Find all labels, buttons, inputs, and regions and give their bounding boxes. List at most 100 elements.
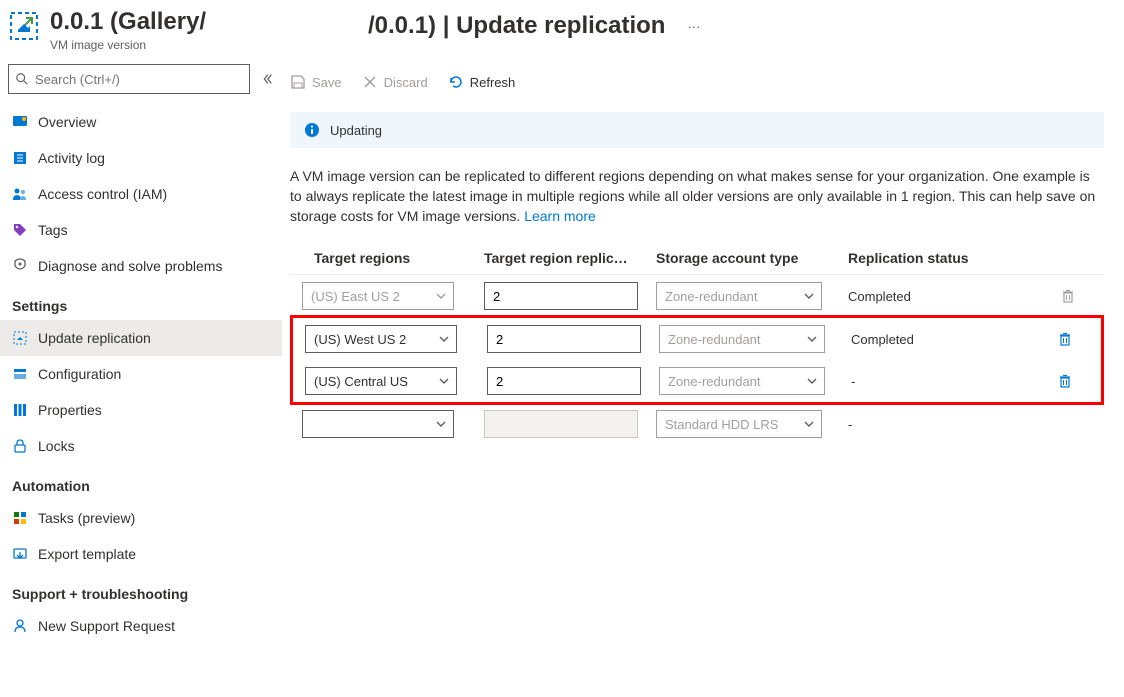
sidebar-section-settings: Settings xyxy=(0,284,282,320)
configuration-icon xyxy=(12,366,28,382)
header-storage: Storage account type xyxy=(656,250,848,266)
replicas-input[interactable] xyxy=(484,282,638,310)
sidebar-item-label: Update replication xyxy=(38,330,151,346)
discard-label: Discard xyxy=(384,75,428,90)
sidebar-item-tags[interactable]: Tags xyxy=(0,212,282,248)
sidebar-item-properties[interactable]: Properties xyxy=(0,392,282,428)
sidebar-section-support: Support + troubleshooting xyxy=(0,572,282,608)
save-button[interactable]: Save xyxy=(290,74,342,90)
chevron-down-icon xyxy=(803,290,815,302)
chevron-down-icon xyxy=(806,375,818,387)
more-actions-button[interactable]: ··· xyxy=(683,15,704,38)
sidebar-item-label: Properties xyxy=(38,402,102,418)
properties-icon xyxy=(12,402,28,418)
sidebar-item-label: Diagnose and solve problems xyxy=(38,258,222,274)
sidebar-item-label: Activity log xyxy=(38,150,105,166)
replicas-input[interactable] xyxy=(487,367,641,395)
sidebar-section-automation: Automation xyxy=(0,464,282,500)
sidebar-item-export-template[interactable]: Export template xyxy=(0,536,282,572)
storage-select[interactable]: Zone-redundant xyxy=(659,325,825,353)
export-template-icon xyxy=(12,546,28,562)
refresh-icon xyxy=(448,74,464,90)
sidebar-item-overview[interactable]: Overview xyxy=(0,104,282,140)
status-cell: - xyxy=(851,374,1057,389)
sidebar-item-activity-log[interactable]: Activity log xyxy=(0,140,282,176)
table-row: (US) West US 2 Zone-redundant Completed xyxy=(293,318,1101,360)
save-label: Save xyxy=(312,75,342,90)
sidebar-item-locks[interactable]: Locks xyxy=(0,428,282,464)
header-replicas: Target region replic… xyxy=(484,250,656,266)
info-icon xyxy=(304,122,320,138)
info-banner: Updating xyxy=(290,112,1104,148)
page-title-left: 0.0.1 (Gallery/ xyxy=(50,8,206,36)
storage-select[interactable]: Zone-redundant xyxy=(659,367,825,395)
sidebar: Overview Activity log Access control (IA… xyxy=(0,52,282,697)
sidebar-item-label: Locks xyxy=(38,438,75,454)
tags-icon xyxy=(12,222,28,238)
region-select[interactable]: (US) West US 2 xyxy=(305,325,457,353)
page-header: 0.0.1 (Gallery/ VM image version /0.0.1)… xyxy=(0,0,1124,52)
description: A VM image version can be replicated to … xyxy=(290,166,1104,226)
table-row: (US) Central US Zone-redundant - xyxy=(293,360,1101,402)
replicas-input[interactable] xyxy=(487,325,641,353)
discard-button[interactable]: Discard xyxy=(362,74,428,90)
chevron-down-icon xyxy=(806,333,818,345)
delete-button[interactable] xyxy=(1057,331,1097,347)
sidebar-item-diagnose[interactable]: Diagnose and solve problems xyxy=(0,248,282,284)
sidebar-item-label: Tags xyxy=(38,222,68,238)
highlight-region: (US) West US 2 Zone-redundant Completed xyxy=(290,315,1104,405)
region-select[interactable] xyxy=(302,410,454,438)
header-status: Replication status xyxy=(848,250,1060,266)
status-cell: Completed xyxy=(848,289,1060,304)
table-row: Standard HDD LRS - xyxy=(290,403,1104,445)
storage-select[interactable]: Zone-redundant xyxy=(656,282,822,310)
sidebar-item-update-replication[interactable]: Update replication xyxy=(0,320,282,356)
chevron-down-icon xyxy=(438,333,450,345)
chevron-down-icon xyxy=(438,375,450,387)
sidebar-item-label: Overview xyxy=(38,114,96,130)
sidebar-item-configuration[interactable]: Configuration xyxy=(0,356,282,392)
diagnose-icon xyxy=(12,258,28,274)
banner-text: Updating xyxy=(330,123,382,138)
search-input[interactable] xyxy=(35,72,243,87)
main-content: Save Discard Refresh Updating A VM image… xyxy=(282,52,1124,697)
status-cell: - xyxy=(848,417,1060,432)
overview-icon xyxy=(12,114,28,130)
delete-button xyxy=(1060,288,1100,304)
sidebar-item-label: Tasks (preview) xyxy=(38,510,135,526)
chevron-down-icon xyxy=(435,418,447,430)
storage-select[interactable]: Standard HDD LRS xyxy=(656,410,822,438)
sidebar-item-new-support[interactable]: New Support Request xyxy=(0,608,282,644)
activity-log-icon xyxy=(12,150,28,166)
replicas-input xyxy=(484,410,638,438)
sidebar-item-label: New Support Request xyxy=(38,618,175,634)
learn-more-link[interactable]: Learn more xyxy=(524,208,596,224)
sidebar-item-label: Export template xyxy=(38,546,136,562)
chevron-down-icon xyxy=(803,418,815,430)
discard-icon xyxy=(362,74,378,90)
replication-table: Target regions Target region replic… Sto… xyxy=(290,242,1104,445)
refresh-label: Refresh xyxy=(470,75,516,90)
search-input-wrapper[interactable] xyxy=(8,64,250,94)
region-select[interactable]: (US) Central US xyxy=(305,367,457,395)
table-header: Target regions Target region replic… Sto… xyxy=(290,242,1104,275)
delete-button[interactable] xyxy=(1057,373,1097,389)
sidebar-item-label: Access control (IAM) xyxy=(38,186,167,202)
table-row: (US) East US 2 Zone-redundant Completed xyxy=(290,275,1104,317)
tasks-icon xyxy=(12,510,28,526)
search-icon xyxy=(15,72,29,86)
save-icon xyxy=(290,74,306,90)
page-subtitle: VM image version xyxy=(50,38,206,52)
locks-icon xyxy=(12,438,28,454)
collapse-sidebar-button[interactable] xyxy=(260,72,274,86)
page-title-right: /0.0.1) | Update replication xyxy=(368,12,665,40)
toolbar: Save Discard Refresh xyxy=(290,64,1104,100)
header-region: Target regions xyxy=(294,250,484,266)
access-control-icon xyxy=(12,186,28,202)
region-select: (US) East US 2 xyxy=(302,282,454,310)
sidebar-item-access-control[interactable]: Access control (IAM) xyxy=(0,176,282,212)
refresh-button[interactable]: Refresh xyxy=(448,74,516,90)
chevron-down-icon xyxy=(435,290,447,302)
support-icon xyxy=(12,618,28,634)
sidebar-item-tasks[interactable]: Tasks (preview) xyxy=(0,500,282,536)
